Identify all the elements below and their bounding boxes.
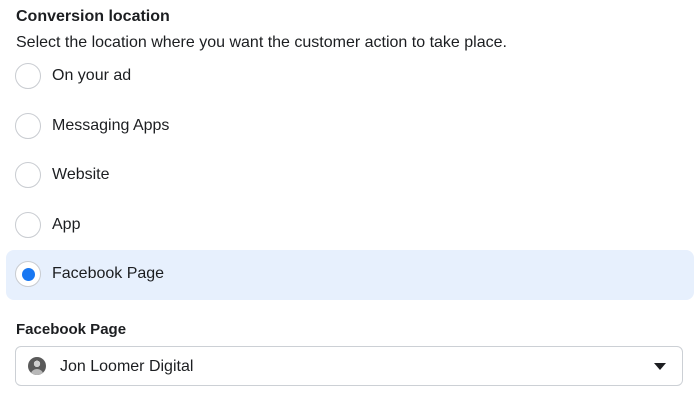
selected-page-name: Jon Loomer Digital <box>60 358 194 375</box>
radio-button[interactable] <box>15 162 41 188</box>
option-facebook-page[interactable]: Facebook Page <box>6 250 694 300</box>
option-messaging-apps[interactable]: Messaging Apps <box>6 102 694 152</box>
radio-button[interactable] <box>15 112 41 139</box>
option-label: Facebook Page <box>52 265 165 282</box>
radio-button[interactable] <box>15 63 41 89</box>
facebook-page-dropdown[interactable]: Jon Loomer Digital <box>15 346 683 386</box>
radio-button[interactable] <box>15 261 41 287</box>
section-title: Conversion location <box>16 8 170 25</box>
facebook-page-label: Facebook Page <box>16 321 127 338</box>
option-on-your-ad[interactable]: On your ad <box>6 52 694 102</box>
option-label: On your ad <box>52 67 132 84</box>
option-website[interactable]: Website <box>6 151 694 201</box>
caret-down-icon <box>654 363 666 370</box>
option-app[interactable]: App <box>6 201 694 251</box>
section-description: Select the location where you want the c… <box>16 34 507 51</box>
radio-button[interactable] <box>15 211 41 238</box>
option-label: App <box>52 215 81 233</box>
avatar <box>28 357 46 375</box>
option-label: Messaging Apps <box>52 116 170 134</box>
conversion-location-radio-group: On your ad Messaging Apps Website App Fa… <box>6 52 694 300</box>
radio-dot <box>21 267 35 281</box>
option-label: Website <box>52 166 110 183</box>
